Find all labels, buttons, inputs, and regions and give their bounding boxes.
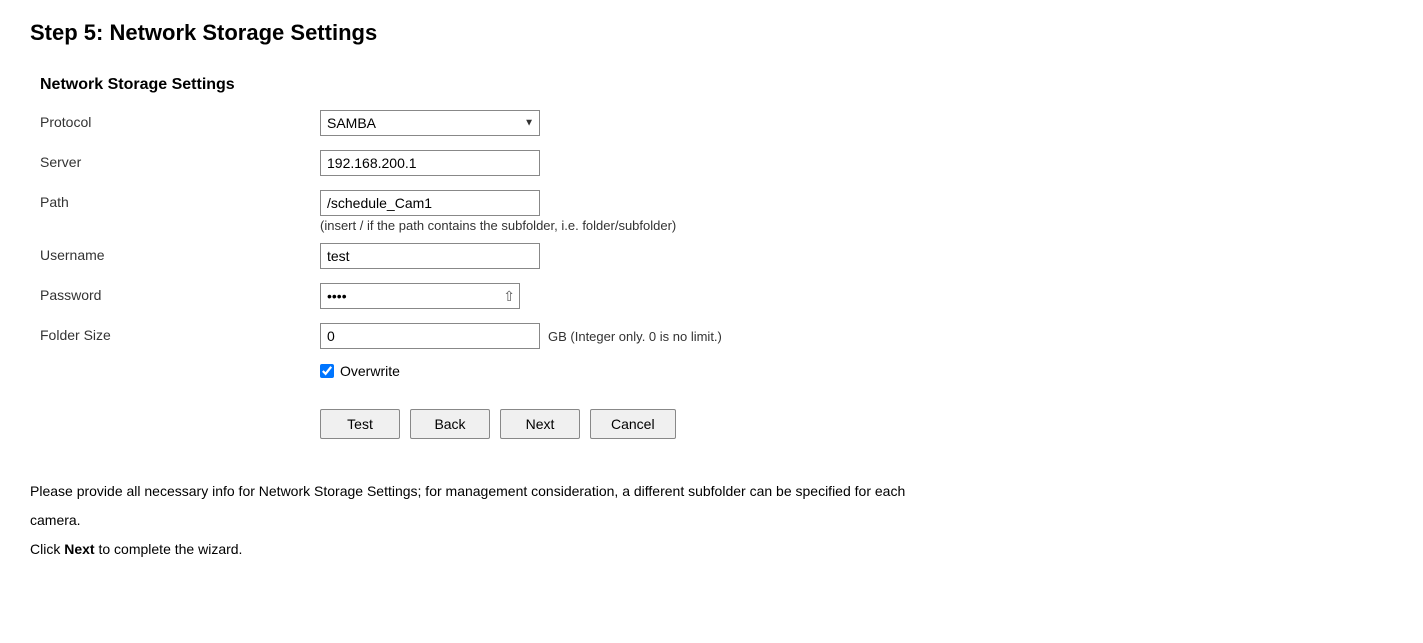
next-button[interactable]: Next [500,409,580,439]
overwrite-spacer [40,363,320,367]
folder-size-row: Folder Size GB (Integer only. 0 is no li… [40,323,1393,353]
protocol-field: SAMBA NFS FTP [320,110,540,136]
page-title: Step 5: Network Storage Settings [30,20,1393,46]
server-row: Server [40,150,1393,180]
username-field [320,243,540,269]
password-toggle-icon[interactable]: ⇧ [503,288,515,305]
password-field: ⇧ [320,283,520,309]
buttons-spacer [40,409,320,413]
username-row: Username [40,243,1393,273]
button-group: Test Back Next Cancel [320,409,676,439]
overwrite-checkbox[interactable] [320,364,334,378]
username-label: Username [40,243,320,263]
server-input[interactable] [320,150,540,176]
folder-size-note: GB (Integer only. 0 is no limit.) [548,329,722,344]
overwrite-label: Overwrite [340,363,400,379]
path-field: (insert / if the path contains the subfo… [320,190,676,233]
description-line1: Please provide all necessary info for Ne… [30,479,1230,504]
protocol-select-wrapper: SAMBA NFS FTP [320,110,540,136]
password-wrapper: ⇧ [320,283,520,309]
path-input[interactable] [320,190,540,216]
description-line2: camera. [30,508,1230,533]
folder-size-field: GB (Integer only. 0 is no limit.) [320,323,722,349]
username-input[interactable] [320,243,540,269]
protocol-select[interactable]: SAMBA NFS FTP [320,110,540,136]
password-input[interactable] [320,283,520,309]
server-field [320,150,540,176]
folder-size-input[interactable] [320,323,540,349]
section-title: Network Storage Settings [40,76,1393,94]
cancel-button[interactable]: Cancel [590,409,676,439]
server-label: Server [40,150,320,170]
description: Please provide all necessary info for Ne… [30,479,1230,563]
path-hint: (insert / if the path contains the subfo… [320,218,676,233]
buttons-row: Test Back Next Cancel [40,409,1393,439]
path-row: Path (insert / if the path contains the … [40,190,1393,233]
description-line3-bold: Next [64,541,94,557]
description-line3: Click Next to complete the wizard. [30,537,1230,562]
protocol-row: Protocol SAMBA NFS FTP [40,110,1393,140]
folder-size-wrapper: GB (Integer only. 0 is no limit.) [320,323,722,349]
password-row: Password ⇧ [40,283,1393,313]
back-button[interactable]: Back [410,409,490,439]
test-button[interactable]: Test [320,409,400,439]
overwrite-wrapper: Overwrite [320,363,400,379]
path-label: Path [40,190,320,210]
description-line3-prefix: Click [30,541,64,557]
description-line3-suffix: to complete the wizard. [95,541,243,557]
overwrite-row: Overwrite [40,363,1393,393]
protocol-label: Protocol [40,110,320,130]
folder-size-label: Folder Size [40,323,320,343]
form-container: Network Storage Settings Protocol SAMBA … [40,76,1393,439]
password-label: Password [40,283,320,303]
